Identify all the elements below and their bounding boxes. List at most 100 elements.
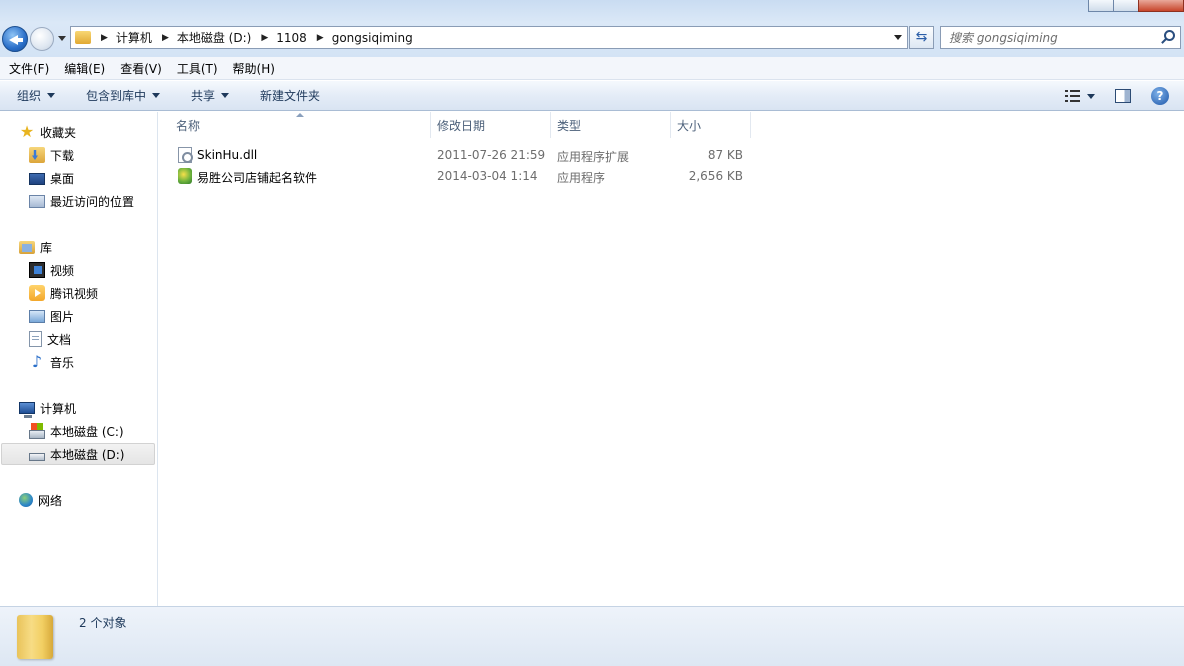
video-library-icon xyxy=(29,262,45,278)
breadcrumb-computer[interactable]: 计算机 xyxy=(116,29,152,46)
file-row[interactable]: 易胜公司店铺起名软件 2014-03-04 1:14 应用程序 2,656 KB xyxy=(159,166,759,186)
column-header-size[interactable]: 大小 xyxy=(671,112,751,138)
nav-libraries[interactable]: 库 xyxy=(19,236,52,258)
navigation-pane: ★ 收藏夹 下载 桌面 最近访问的位置 库 视频 腾讯视频 图片 文档 ♪ 音乐… xyxy=(0,112,158,606)
view-options-dropdown-icon[interactable] xyxy=(1087,93,1095,99)
status-bar: 2 个对象 xyxy=(0,606,1184,666)
column-header-date[interactable]: 修改日期 xyxy=(431,112,551,138)
address-bar[interactable]: ▶ 计算机 ▶ 本地磁盘 (D:) ▶ 1108 ▶ gongsiqiming xyxy=(70,26,908,49)
recent-places-icon xyxy=(29,194,45,208)
search-input[interactable] xyxy=(941,27,1151,48)
column-header-name[interactable]: 名称 xyxy=(159,112,431,138)
refresh-button[interactable]: ⇆ xyxy=(909,26,934,49)
nav-music-label: 音乐 xyxy=(50,355,75,370)
help-icon[interactable]: ? xyxy=(1151,87,1169,105)
nav-computer-label: 计算机 xyxy=(40,401,77,416)
organize-label: 组织 xyxy=(17,89,42,103)
file-name: 易胜公司店铺起名软件 xyxy=(197,171,318,185)
dll-file-icon xyxy=(178,147,193,163)
column-type-label: 类型 xyxy=(557,118,582,133)
item-count: 2 个对象 xyxy=(79,616,127,630)
music-note-icon: ♪ xyxy=(31,352,43,371)
breadcrumb-gongsiqiming[interactable]: gongsiqiming xyxy=(332,31,413,45)
downloads-folder-icon xyxy=(29,147,45,163)
nav-desktop[interactable]: 桌面 xyxy=(29,167,74,189)
breadcrumb-separator-icon[interactable]: ▶ xyxy=(162,33,169,43)
search-box[interactable] xyxy=(940,26,1181,49)
file-size: 2,656 KB xyxy=(688,169,743,183)
menu-view[interactable]: 查看(V) xyxy=(120,60,162,77)
nav-music[interactable]: ♪ 音乐 xyxy=(29,351,74,373)
nav-desktop-label: 桌面 xyxy=(50,171,75,186)
column-name-label: 名称 xyxy=(176,118,201,133)
nav-network-label: 网络 xyxy=(38,493,63,508)
nav-videos-label: 视频 xyxy=(50,263,75,278)
recent-pages-dropdown[interactable] xyxy=(58,36,66,41)
nav-recent-label: 最近访问的位置 xyxy=(50,194,135,209)
nav-pictures[interactable]: 图片 xyxy=(29,305,74,327)
nav-downloads-label: 下载 xyxy=(50,148,75,163)
nav-documents[interactable]: 文档 xyxy=(29,328,71,350)
file-row[interactable]: SkinHu.dll 2011-07-26 21:59 应用程序扩展 87 KB xyxy=(159,145,759,165)
close-button[interactable] xyxy=(1138,0,1184,12)
menu-file[interactable]: 文件(F) xyxy=(9,60,49,77)
include-in-library-label: 包含到库中 xyxy=(86,89,147,103)
chevron-down-icon xyxy=(221,93,230,98)
nav-recent-places[interactable]: 最近访问的位置 xyxy=(29,190,134,212)
nav-favorites-label: 收藏夹 xyxy=(40,125,77,140)
folder-icon xyxy=(17,615,53,659)
nav-network[interactable]: 网络 xyxy=(19,489,62,511)
file-name: SkinHu.dll xyxy=(197,148,258,162)
share-button[interactable]: 共享 xyxy=(191,87,230,104)
file-date: 2011-07-26 21:59 xyxy=(437,148,546,162)
command-bar-right: ? xyxy=(1065,81,1184,111)
nav-tencent-video[interactable]: 腾讯视频 xyxy=(29,282,98,304)
new-folder-button[interactable]: 新建文件夹 xyxy=(260,87,320,104)
nav-drive-c-label: 本地磁盘 (C:) xyxy=(50,424,124,439)
include-in-library-button[interactable]: 包含到库中 xyxy=(86,87,161,104)
nav-libraries-label: 库 xyxy=(40,240,53,255)
nav-pictures-label: 图片 xyxy=(50,309,75,324)
menu-bar: 文件(F) 编辑(E) 查看(V) 工具(T) 帮助(H) xyxy=(0,57,1184,80)
nav-computer[interactable]: 计算机 xyxy=(19,397,76,419)
minimize-button[interactable] xyxy=(1088,0,1114,12)
system-drive-icon xyxy=(29,422,45,439)
column-size-label: 大小 xyxy=(677,118,702,133)
breadcrumb-1108[interactable]: 1108 xyxy=(276,31,307,45)
chevron-down-icon xyxy=(152,93,161,98)
nav-favorites[interactable]: ★ 收藏夹 xyxy=(19,121,76,143)
nav-tencent-video-label: 腾讯视频 xyxy=(50,286,99,301)
file-type: 应用程序扩展 xyxy=(557,150,630,164)
organize-button[interactable]: 组织 xyxy=(17,87,56,104)
address-dropdown-icon[interactable] xyxy=(894,35,902,40)
command-bar: 组织 包含到库中 共享 新建文件夹 ? xyxy=(0,81,1184,111)
pictures-library-icon xyxy=(29,309,45,323)
network-globe-icon xyxy=(19,493,33,507)
view-options-icon[interactable] xyxy=(1065,90,1081,102)
menu-tools[interactable]: 工具(T) xyxy=(177,60,218,77)
search-icon[interactable] xyxy=(1164,30,1175,41)
nav-documents-label: 文档 xyxy=(47,332,72,347)
forward-button[interactable] xyxy=(30,27,54,51)
file-type: 应用程序 xyxy=(557,171,606,185)
documents-library-icon xyxy=(29,331,42,347)
menu-help[interactable]: 帮助(H) xyxy=(233,60,275,77)
menu-edit[interactable]: 编辑(E) xyxy=(64,60,105,77)
star-icon: ★ xyxy=(19,122,35,141)
breadcrumb-drive-d[interactable]: 本地磁盘 (D:) xyxy=(177,29,251,46)
column-header-type[interactable]: 类型 xyxy=(551,112,671,138)
file-date: 2014-03-04 1:14 xyxy=(437,169,538,183)
nav-drive-d[interactable]: 本地磁盘 (D:) xyxy=(1,443,155,465)
breadcrumb-separator-icon[interactable]: ▶ xyxy=(261,33,268,43)
nav-videos[interactable]: 视频 xyxy=(29,259,74,281)
breadcrumb-separator-icon[interactable]: ▶ xyxy=(101,33,108,43)
file-size: 87 KB xyxy=(707,148,743,162)
nav-drive-c[interactable]: 本地磁盘 (C:) xyxy=(29,420,124,442)
breadcrumb-separator-icon[interactable]: ▶ xyxy=(317,33,324,43)
nav-downloads[interactable]: 下载 xyxy=(29,144,74,166)
maximize-button[interactable] xyxy=(1113,0,1139,12)
back-button[interactable] xyxy=(2,26,28,52)
libraries-icon xyxy=(19,240,35,254)
preview-pane-icon[interactable] xyxy=(1115,89,1131,103)
column-date-label: 修改日期 xyxy=(437,118,486,133)
